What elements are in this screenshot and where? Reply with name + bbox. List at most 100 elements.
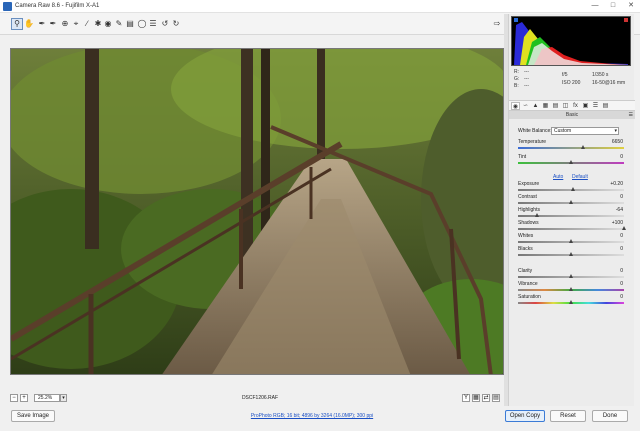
zoom-tool-icon[interactable]: ⚲	[11, 18, 23, 30]
shadows-slider-handle[interactable]	[621, 226, 626, 230]
panel-tabs: ◉ ∽ ▲ ▦ ▤ ◫ fx ▣ ☰ ▤	[509, 100, 635, 111]
targeted-adjustment-icon[interactable]: ⊕	[60, 19, 70, 29]
clarity-slider-handle[interactable]	[568, 274, 573, 278]
rotate-cw-icon[interactable]: ↻	[171, 19, 181, 29]
copy-settings-button[interactable]: ▤	[492, 394, 500, 402]
b-label: B:	[514, 83, 519, 89]
vibrance-value[interactable]: 0	[599, 281, 623, 287]
tint-slider[interactable]	[518, 160, 624, 164]
minimize-icon[interactable]: —	[586, 0, 604, 13]
chevron-down-icon[interactable]: ▾	[60, 394, 67, 402]
workflow-options-link[interactable]: ProPhoto RGB; 16 bit; 4896 by 3264 (16.0…	[220, 413, 404, 419]
hand-tool-icon[interactable]: ✋	[24, 19, 34, 29]
contrast-slider[interactable]	[518, 200, 624, 204]
basic-tab-icon[interactable]: ◉	[511, 102, 520, 110]
full-screen-icon[interactable]: ⇨	[492, 19, 502, 29]
done-button[interactable]: Done	[592, 410, 628, 422]
highlights-slider[interactable]	[518, 213, 624, 217]
zoom-in-button[interactable]: +	[20, 394, 28, 402]
swap-settings-button[interactable]: ⇄	[482, 394, 490, 402]
vibrance-slider[interactable]	[518, 287, 624, 291]
whites-slider[interactable]	[518, 239, 624, 243]
open-preferences-icon[interactable]: ☰	[148, 19, 158, 29]
tone-curve-tab-icon[interactable]: ∽	[521, 102, 530, 110]
iso: ISO 200	[562, 80, 581, 86]
saturation-value[interactable]: 0	[599, 294, 623, 300]
section-header: Basic ☰	[509, 111, 635, 119]
open-copy-button[interactable]: Open Copy	[505, 410, 545, 422]
temperature-slider-handle[interactable]	[581, 145, 586, 149]
blacks-value[interactable]: 0	[599, 246, 623, 252]
graduated-filter-icon[interactable]: ▤	[125, 19, 135, 29]
before-after-button[interactable]: ▦	[472, 394, 480, 402]
exposure-value[interactable]: +0.20	[599, 181, 623, 187]
blacks-slider-handle[interactable]	[568, 252, 573, 256]
adjustment-panel: R: --- G: --- B: --- f/5 1/350 s ISO 200…	[508, 14, 635, 406]
whites-slider-handle[interactable]	[568, 239, 573, 243]
clarity-value[interactable]: 0	[599, 268, 623, 274]
menu-icon[interactable]: ☰	[629, 111, 633, 119]
straighten-tool-icon[interactable]: ∕	[82, 19, 92, 29]
tint-value[interactable]: 0	[599, 154, 623, 160]
tint-slider-handle[interactable]	[568, 160, 573, 164]
r-label: R:	[514, 69, 519, 75]
exposure-slider-handle[interactable]	[570, 187, 575, 191]
hsl-tab-icon[interactable]: ▦	[541, 102, 550, 110]
whites-label: Whites	[518, 233, 534, 239]
shadows-slider[interactable]	[518, 226, 626, 230]
photo-preview	[11, 49, 503, 374]
saturation-slider-handle[interactable]	[568, 300, 573, 304]
filename-label: DSCF1206.RAF	[241, 395, 279, 401]
temperature-value[interactable]: 6650	[599, 139, 623, 145]
spot-removal-icon[interactable]: ✱	[93, 19, 103, 29]
saturation-label: Saturation	[518, 294, 541, 300]
save-image-button[interactable]: Save Image	[11, 410, 55, 422]
rotate-ccw-icon[interactable]: ↺	[160, 19, 170, 29]
g-value: ---	[524, 76, 529, 82]
saturation-slider[interactable]	[518, 300, 624, 304]
white-balance-tool-icon[interactable]: ✒	[37, 19, 47, 29]
whites-value[interactable]: 0	[599, 233, 623, 239]
adjustment-brush-icon[interactable]: ✎	[114, 19, 124, 29]
auto-link[interactable]: Auto	[553, 174, 563, 180]
snapshots-tab-icon[interactable]: ▤	[601, 102, 610, 110]
fx-tab-icon[interactable]: fx	[571, 102, 580, 110]
zoom-level-field[interactable]: 25.2%	[34, 394, 60, 402]
contrast-value[interactable]: 0	[599, 194, 623, 200]
split-toning-tab-icon[interactable]: ▤	[551, 102, 560, 110]
red-eye-icon[interactable]: ◉	[103, 19, 113, 29]
app-icon	[3, 2, 12, 11]
window-title: Camera Raw 8.6 - Fujifilm X-A1	[15, 3, 100, 9]
presets-tab-icon[interactable]: ☰	[591, 102, 600, 110]
vibrance-slider-handle[interactable]	[568, 287, 573, 291]
radial-filter-icon[interactable]: ◯	[137, 19, 147, 29]
zoom-out-button[interactable]: −	[10, 394, 18, 402]
shadows-value[interactable]: +100	[599, 220, 623, 226]
contrast-slider-handle[interactable]	[568, 200, 573, 204]
image-preview[interactable]	[10, 48, 504, 375]
lens-tab-icon[interactable]: ◫	[561, 102, 570, 110]
preview-toggle-button[interactable]: Y	[462, 394, 470, 402]
histogram	[511, 16, 631, 66]
highlights-value[interactable]: -64	[599, 207, 623, 213]
detail-tab-icon[interactable]: ▲	[531, 102, 540, 110]
close-icon[interactable]: ✕	[622, 0, 640, 13]
chevron-down-icon: ▾	[614, 128, 617, 134]
white-balance-select[interactable]: Custom ▾	[551, 127, 619, 135]
reset-button[interactable]: Reset	[550, 410, 586, 422]
camera-calibration-tab-icon[interactable]: ▣	[581, 102, 590, 110]
temperature-slider[interactable]	[518, 145, 624, 149]
crop-tool-icon[interactable]: ⌖	[71, 19, 81, 29]
shadows-label: Shadows	[518, 220, 539, 226]
color-sampler-icon[interactable]: ✒	[48, 19, 58, 29]
title-bar: Camera Raw 8.6 - Fujifilm X-A1 — □ ✕	[0, 0, 640, 13]
clarity-slider[interactable]	[518, 274, 624, 278]
contrast-label: Contrast	[518, 194, 537, 200]
status-bar: − + 25.2% ▾ DSCF1206.RAF Y ▦ ⇄ ▤	[10, 394, 504, 404]
highlights-slider-handle[interactable]	[534, 213, 539, 217]
maximize-icon[interactable]: □	[604, 0, 622, 13]
default-link[interactable]: Default	[572, 174, 588, 180]
blacks-slider[interactable]	[518, 252, 624, 256]
exposure-slider[interactable]	[518, 187, 624, 191]
histogram-graph	[514, 18, 628, 65]
